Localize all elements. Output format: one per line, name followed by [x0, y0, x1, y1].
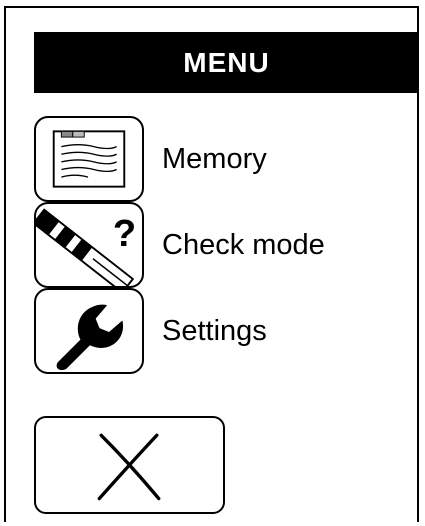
- menu-item-settings[interactable]: Settings: [34, 288, 419, 374]
- menu-screen: MENU Memory ? Check mode Settings: [4, 6, 419, 522]
- menu-item-memory[interactable]: Memory: [34, 116, 419, 202]
- memory-document-icon: [34, 116, 144, 202]
- menu-item-label: Memory: [162, 142, 267, 175]
- menu-item-label: Check mode: [162, 228, 325, 261]
- menu-title-bar: MENU: [34, 32, 419, 93]
- menu-item-label: Settings: [162, 314, 267, 347]
- close-x-icon: [97, 433, 161, 501]
- close-button[interactable]: [34, 416, 225, 514]
- check-strip-question-icon: ?: [34, 202, 144, 288]
- menu-item-check-mode[interactable]: ? Check mode: [34, 202, 419, 288]
- page-title: MENU: [183, 46, 270, 78]
- wrench-icon: [34, 288, 144, 374]
- svg-text:?: ?: [113, 212, 136, 255]
